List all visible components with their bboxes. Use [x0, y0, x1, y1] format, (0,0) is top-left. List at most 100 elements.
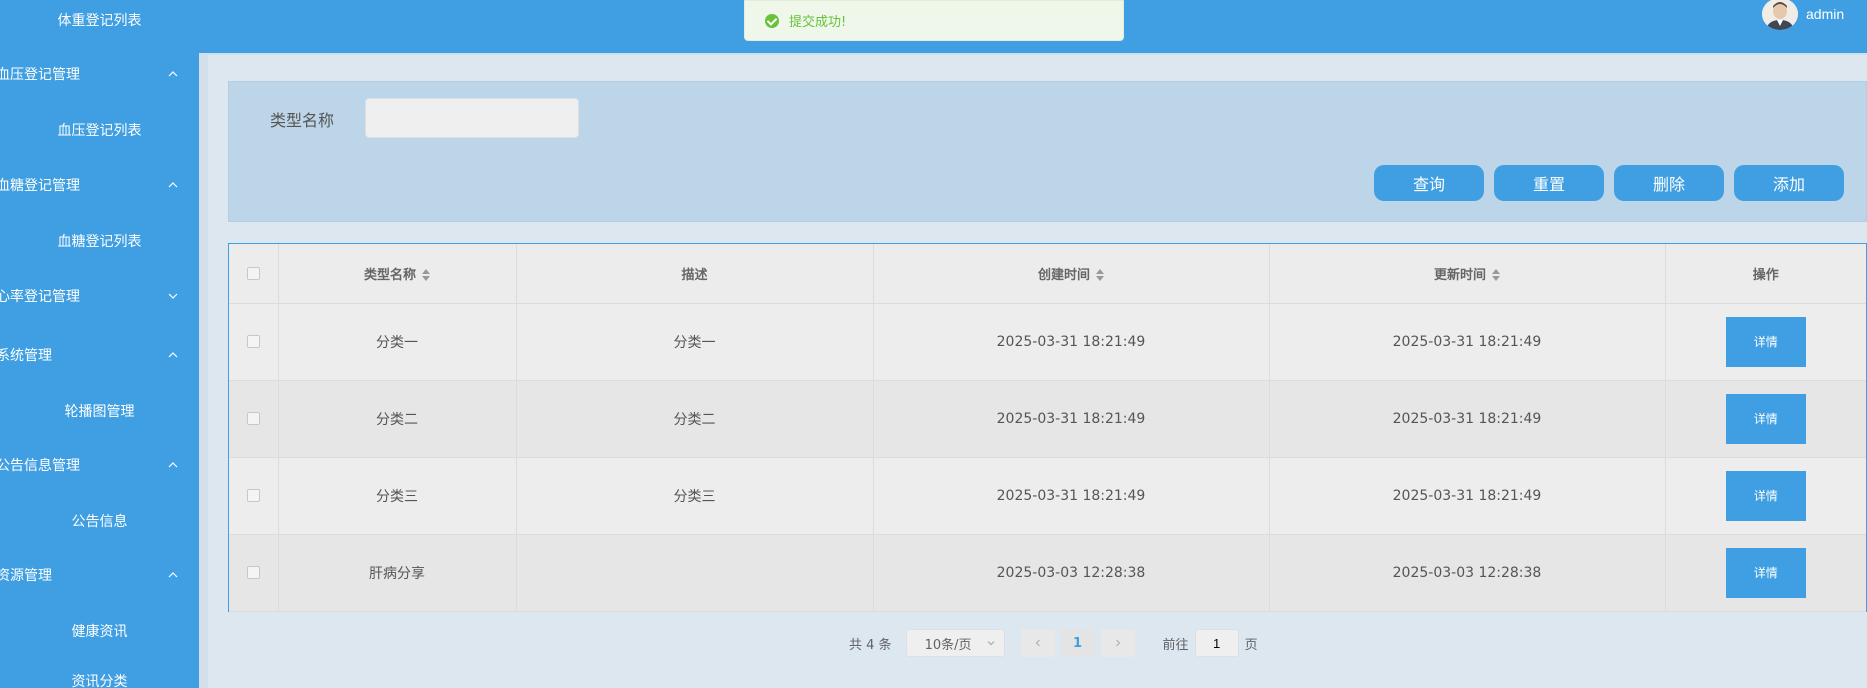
- column-header-label: 创建时间: [1037, 267, 1090, 283]
- row-checkbox[interactable]: [246, 489, 260, 502]
- sidebar-item-carousel[interactable]: 轮播图管理: [0, 391, 199, 431]
- chevron-up-icon: [168, 71, 178, 77]
- page-number[interactable]: 1: [1060, 629, 1095, 657]
- cell-updated: 2025-03-31 18:21:49: [1269, 380, 1666, 458]
- sidebar-item-announcement-info[interactable]: 公告信息: [0, 501, 199, 541]
- add-button[interactable]: 添加: [1734, 165, 1844, 201]
- sidebar-item-announcement[interactable]: 公告信息管理: [0, 443, 199, 487]
- header-select-all[interactable]: [229, 244, 279, 304]
- row-checkbox[interactable]: [246, 412, 260, 425]
- column-header-label: 描述: [681, 267, 708, 283]
- cell-updated: 2025-03-31 18:21:49: [1269, 457, 1666, 535]
- column-header-label: 类型名称: [363, 267, 416, 283]
- column-header-updated[interactable]: 更新时间: [1269, 244, 1666, 304]
- chevron-right-icon: [1115, 639, 1120, 647]
- chevron-down-icon: [987, 641, 994, 646]
- page-suffix: 页: [1244, 637, 1258, 653]
- column-header-label: 操作: [1752, 267, 1779, 283]
- cell-description: 分类三: [516, 457, 874, 535]
- cell-type-name: 分类一: [278, 303, 517, 381]
- sidebar-item-label: 血压登记列表: [57, 123, 142, 139]
- sidebar-item-blood-pressure-list[interactable]: 血压登记列表: [0, 110, 199, 150]
- detail-button[interactable]: 详情: [1725, 393, 1806, 444]
- cell-type-name: 分类三: [278, 457, 517, 535]
- sidebar-item-label: 心率登记管理: [0, 289, 80, 305]
- chevron-up-icon: [168, 352, 178, 358]
- goto-label: 前往: [1162, 637, 1189, 653]
- delete-button[interactable]: 删除: [1614, 165, 1724, 201]
- cell-updated: 2025-03-03 12:28:38: [1269, 534, 1666, 612]
- pagination: 共 4 条 10条/页 1 前往 页: [849, 629, 1258, 657]
- sidebar-item-news-category[interactable]: 资讯分类: [0, 661, 199, 688]
- column-header-label: 更新时间: [1433, 267, 1486, 283]
- cell-created: 2025-03-31 18:21:49: [873, 303, 1270, 381]
- success-toast: 提交成功!: [744, 0, 1124, 41]
- sidebar-item-weight-list[interactable]: 体重登记列表: [0, 0, 199, 40]
- sidebar-item-label: 系统管理: [0, 348, 52, 364]
- sidebar-item-label: 公告信息管理: [0, 458, 80, 474]
- sidebar-item-label: 资源管理: [0, 568, 52, 584]
- column-header-actions: 操作: [1665, 244, 1866, 304]
- checkbox[interactable]: [246, 266, 260, 280]
- query-button[interactable]: 查询: [1374, 165, 1484, 201]
- column-header-created[interactable]: 创建时间: [873, 244, 1270, 304]
- sidebar-item-label: 血糖登记管理: [0, 178, 80, 194]
- chevron-up-icon: [168, 182, 178, 188]
- chevron-up-icon: [168, 572, 178, 578]
- sidebar-item-blood-pressure[interactable]: 血压登记管理: [0, 52, 199, 96]
- table-row: 分类二 分类二 2025-03-31 18:21:49 2025-03-31 1…: [229, 380, 1866, 458]
- prev-page-button[interactable]: [1020, 629, 1055, 657]
- cell-created: 2025-03-31 18:21:49: [873, 380, 1270, 458]
- sidebar-item-system[interactable]: 系统管理: [0, 333, 199, 377]
- row-checkbox[interactable]: [246, 566, 260, 579]
- detail-button[interactable]: 详情: [1725, 316, 1806, 367]
- sidebar-item-label: 轮播图管理: [64, 404, 135, 420]
- chevron-up-icon: [168, 462, 178, 468]
- cell-created: 2025-03-31 18:21:49: [873, 457, 1270, 535]
- table-row: 分类三 分类三 2025-03-31 18:21:49 2025-03-31 1…: [229, 457, 1866, 535]
- sidebar-item-label: 体重登记列表: [57, 13, 142, 29]
- reset-button[interactable]: 重置: [1494, 165, 1604, 201]
- column-header-type-name[interactable]: 类型名称: [278, 244, 517, 304]
- row-checkbox[interactable]: [246, 335, 260, 348]
- sort-icon[interactable]: [1492, 269, 1500, 282]
- page-size-value: 10条/页: [924, 637, 972, 653]
- cell-type-name: 分类二: [278, 380, 517, 458]
- sidebar-item-label: 资讯分类: [71, 674, 128, 688]
- cell-description: 分类一: [516, 303, 874, 381]
- table-header-row: 类型名称 描述 创建时间 更新时间 操作: [229, 244, 1866, 304]
- search-label: 类型名称: [270, 111, 335, 130]
- username[interactable]: admin: [1806, 6, 1844, 22]
- type-name-input[interactable]: [365, 98, 579, 138]
- goto-page-input[interactable]: [1194, 629, 1239, 657]
- sidebar-item-blood-sugar[interactable]: 血糖登记管理: [0, 163, 199, 207]
- cell-created: 2025-03-03 12:28:38: [873, 534, 1270, 612]
- sort-icon[interactable]: [1096, 269, 1104, 282]
- cell-description: 分类二: [516, 380, 874, 458]
- sidebar-item-health-news[interactable]: 健康资讯: [0, 611, 199, 651]
- detail-button[interactable]: 详情: [1725, 470, 1806, 521]
- sidebar-item-label: 健康资讯: [71, 624, 128, 640]
- detail-button[interactable]: 详情: [1725, 547, 1806, 598]
- toast-message: 提交成功!: [789, 15, 847, 30]
- check-circle-icon: [765, 13, 779, 28]
- total-count: 共 4 条: [849, 637, 892, 653]
- chevron-left-icon: [1035, 639, 1040, 647]
- sidebar-item-blood-sugar-list[interactable]: 血糖登记列表: [0, 221, 199, 261]
- sidebar-item-heart-rate[interactable]: 心率登记管理: [0, 274, 199, 318]
- sidebar-item-label: 血糖登记列表: [57, 234, 142, 250]
- next-page-button[interactable]: [1100, 629, 1135, 657]
- page-size-select[interactable]: 10条/页: [905, 629, 1005, 657]
- sidebar-item-resources[interactable]: 资源管理: [0, 553, 199, 597]
- cell-type-name: 肝病分享: [278, 534, 517, 612]
- table-row: 分类一 分类一 2025-03-31 18:21:49 2025-03-31 1…: [229, 303, 1866, 381]
- sidebar-item-label: 血压登记管理: [0, 67, 80, 83]
- sidebar: 体重登记列表 血压登记管理 血压登记列表 血糖登记管理 血糖登记列表 心率登记管…: [0, 0, 199, 688]
- table-row: 肝病分享 2025-03-03 12:28:38 2025-03-03 12:2…: [229, 534, 1866, 612]
- sidebar-item-label: 公告信息: [71, 514, 128, 530]
- data-table: 类型名称 描述 创建时间 更新时间 操作 分类一 分类一 2025-03-31 …: [228, 243, 1867, 612]
- column-header-description: 描述: [516, 244, 874, 304]
- sort-icon[interactable]: [422, 269, 430, 282]
- cell-description: [516, 534, 874, 612]
- cell-updated: 2025-03-31 18:21:49: [1269, 303, 1666, 381]
